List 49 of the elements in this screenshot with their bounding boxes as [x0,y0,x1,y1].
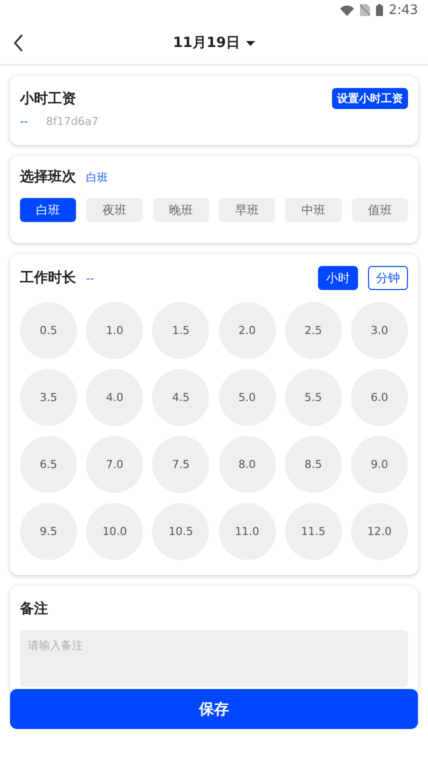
hours-option[interactable]: 1.5 [152,302,210,359]
shift-option[interactable]: 夜班 [86,198,143,222]
hours-option[interactable]: 5.5 [284,369,342,426]
hours-option[interactable]: 5.0 [218,369,276,426]
hours-option[interactable]: 10.5 [152,503,210,560]
hours-option[interactable]: 7.5 [152,436,210,493]
hours-option[interactable]: 11.5 [284,503,342,560]
wifi-icon [340,4,354,16]
section-title: 小时工资 [20,90,76,108]
hours-option[interactable]: 9.0 [350,436,408,493]
shift-option[interactable]: 早班 [218,198,276,222]
hours-option[interactable]: 0.5 [20,302,77,359]
shift-option[interactable]: 白班 [20,198,76,222]
hours-option[interactable]: 11.0 [218,503,276,560]
hours-option[interactable]: 7.0 [86,436,144,493]
wage-value: -- [20,115,28,130]
unit-toggle[interactable]: 小时 [318,266,358,290]
hours-option[interactable]: 6.5 [20,436,77,493]
section-title: 备注 [20,601,48,617]
hours-option[interactable]: 10.0 [86,503,144,560]
hours-option[interactable]: 9.5 [20,503,77,560]
hours-option[interactable]: 2.5 [284,302,342,359]
battery-icon [376,4,383,16]
hours-option[interactable]: 6.0 [350,369,408,426]
section-title: 工作时长 [20,269,76,287]
hours-option[interactable]: 2.0 [218,302,276,359]
hours-option[interactable]: 3.5 [20,369,77,426]
hours-option[interactable]: 8.0 [218,436,276,493]
date-selector[interactable]: 11月19日 [173,34,255,52]
current-shift: 白班 [86,170,108,184]
note-input[interactable]: 请输入备注 [20,630,408,687]
shift-option[interactable]: 中班 [285,198,342,222]
section-title: 选择班次 [20,168,76,186]
hours-option[interactable]: 1.0 [86,302,144,359]
shift-option[interactable]: 值班 [352,198,408,222]
wage-code: 8f17d6a7 [46,115,99,130]
hours-option[interactable]: 12.0 [350,503,408,560]
unit-toggle[interactable]: 分钟 [368,266,408,290]
hours-option[interactable]: 8.5 [284,436,342,493]
save-button[interactable]: 保存 [10,689,418,729]
caret-icon [246,40,255,46]
hours-option[interactable]: 4.5 [152,369,210,426]
shift-option[interactable]: 晚班 [152,198,209,222]
no-sim-icon [360,4,370,16]
duration-value: -- [86,272,94,284]
status-time: 2:43 [388,2,418,18]
hours-option[interactable]: 3.0 [350,302,408,359]
hours-option[interactable]: 4.0 [86,369,144,426]
set-wage-button[interactable]: 设置小时工资 [332,88,408,109]
